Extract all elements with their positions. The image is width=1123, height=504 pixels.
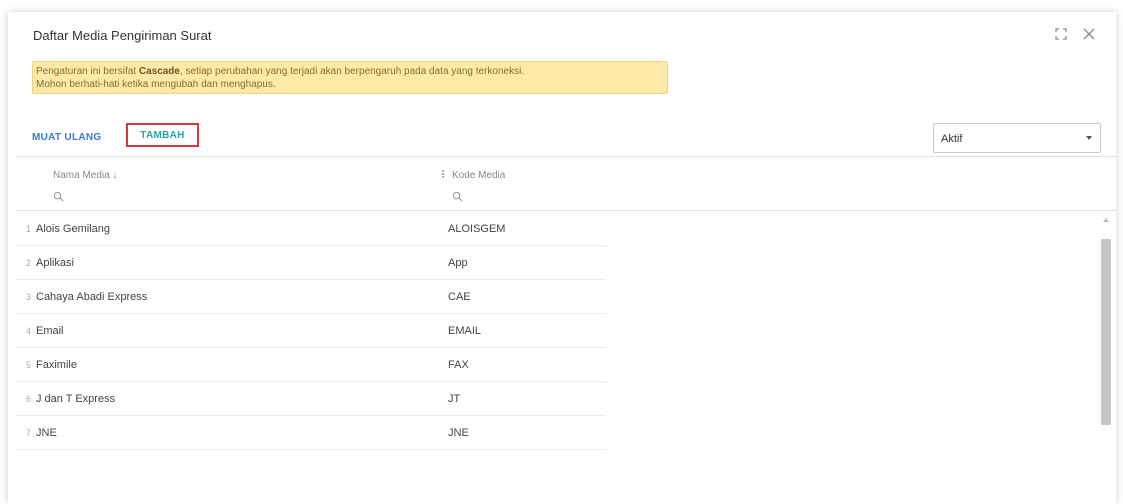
table-row[interactable]: 5 Faximile FAX <box>16 348 606 382</box>
media-name: JNE <box>36 427 57 439</box>
row-number: 6 <box>26 394 32 404</box>
media-code: JT <box>448 393 461 405</box>
warning-text-start: Pengaturan ini bersifat <box>36 66 139 77</box>
column-menu-icon[interactable] <box>442 169 446 181</box>
column-header-code[interactable]: Kode Media <box>452 170 505 181</box>
media-name: Cahaya Abadi Express <box>36 291 148 303</box>
status-select-value: Aktif <box>941 133 963 145</box>
row-number: 1 <box>26 224 32 234</box>
media-code: JNE <box>448 427 469 439</box>
media-code: EMAIL <box>448 325 482 337</box>
search-icon[interactable] <box>452 191 463 202</box>
warning-cascade-bold: Cascade <box>138 66 180 77</box>
media-name: Email <box>36 325 64 337</box>
vertical-scrollbar[interactable] <box>1099 217 1113 504</box>
dialog-title: Daftar Media Pengiriman Surat <box>33 28 212 43</box>
media-name: Faximile <box>36 359 77 371</box>
table-row[interactable]: 2 Aplikasi App <box>16 246 606 280</box>
row-number: 7 <box>26 428 32 438</box>
scroll-up-arrow-icon[interactable] <box>1103 218 1109 222</box>
media-code: FAX <box>448 359 469 371</box>
media-name: Alois Gemilang <box>36 223 110 235</box>
media-name: Aplikasi <box>36 257 74 269</box>
table-row[interactable]: 6 J dan T Express JT <box>16 382 606 416</box>
grid-header: Nama Media ↓ Kode Media <box>16 156 1116 211</box>
reload-button[interactable]: MUAT ULANG <box>32 132 101 143</box>
table-row[interactable]: 7 JNE JNE <box>16 416 606 450</box>
scrollbar-thumb[interactable] <box>1101 239 1111 425</box>
row-number: 3 <box>26 292 32 302</box>
warning-text-end: , setiap perubahan yang terjadi akan ber… <box>179 66 525 77</box>
cascade-warning: Pengaturan ini bersifat Cascade, setiap … <box>32 61 668 94</box>
table-row[interactable]: 1 Alois Gemilang ALOISGEM <box>16 212 606 246</box>
table-row[interactable]: 3 Cahaya Abadi Express CAE <box>16 280 606 314</box>
caret-down-icon <box>1086 136 1092 140</box>
media-list-dialog: Daftar Media Pengiriman Surat Pengaturan… <box>8 12 1116 504</box>
row-number: 2 <box>26 258 32 268</box>
media-code: App <box>448 257 468 269</box>
table-body: 1 Alois Gemilang ALOISGEM 2 Aplikasi App… <box>16 212 1106 450</box>
maximize-icon[interactable] <box>1054 27 1068 41</box>
table-row[interactable]: 4 Email EMAIL <box>16 314 606 348</box>
window-controls <box>1054 27 1096 41</box>
media-code: CAE <box>448 291 471 303</box>
status-select[interactable]: Aktif <box>933 123 1101 153</box>
sort-arrow-icon: ↓ <box>112 170 118 181</box>
column-header-name[interactable]: Nama Media ↓ <box>53 170 117 181</box>
media-code: ALOISGEM <box>448 223 506 235</box>
close-icon[interactable] <box>1082 27 1096 41</box>
row-number: 4 <box>26 326 32 336</box>
media-name: J dan T Express <box>36 393 116 405</box>
row-number: 5 <box>26 360 32 370</box>
add-button[interactable]: TAMBAH <box>126 123 199 147</box>
warning-text-line2: Mohon berhati-hati ketika mengubah dan m… <box>36 79 276 90</box>
column-header-name-label: Nama Media <box>53 170 110 181</box>
search-icon[interactable] <box>53 191 64 202</box>
